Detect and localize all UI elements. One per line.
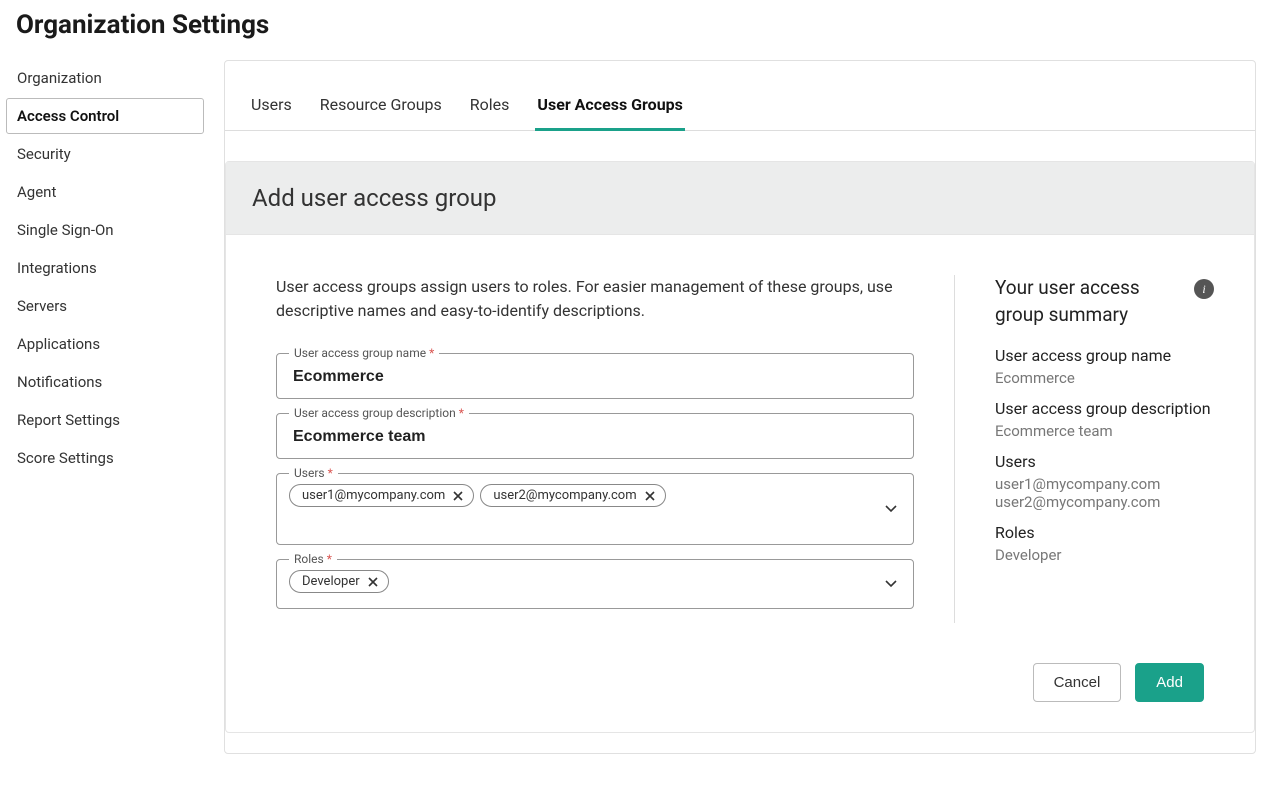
sidebar-item-score-settings[interactable]: Score Settings — [6, 440, 204, 476]
group-name-input[interactable] — [277, 354, 913, 398]
summary-title: Your user access group summary i — [995, 275, 1214, 328]
role-chip: Developer — [289, 570, 389, 593]
role-chip-label: Developer — [302, 574, 360, 589]
group-description-field: User access group description * — [276, 413, 914, 459]
tab-users[interactable]: Users — [249, 81, 294, 131]
add-group-panel: Add user access group User access groups… — [225, 161, 1255, 733]
summary-roles-value: Developer — [995, 546, 1214, 564]
summary-area: Your user access group summary i User ac… — [954, 275, 1214, 623]
group-name-label-text: User access group name — [294, 346, 426, 360]
remove-role-icon[interactable] — [366, 575, 380, 589]
intro-text: User access groups assign users to roles… — [276, 275, 914, 323]
sidebar-item-servers[interactable]: Servers — [6, 288, 204, 324]
add-button[interactable]: Add — [1135, 663, 1204, 702]
tabs: Users Resource Groups Roles User Access … — [225, 81, 1255, 131]
summary-users-value-1: user1@mycompany.com — [995, 475, 1214, 493]
user-chip-label: user2@mycompany.com — [493, 488, 636, 503]
roles-field[interactable]: Roles * Developer — [276, 559, 914, 609]
roles-label: Roles * — [289, 552, 337, 566]
sidebar-item-organization[interactable]: Organization — [6, 60, 204, 96]
summary-name-value: Ecommerce — [995, 369, 1214, 387]
summary-roles-label: Roles — [995, 523, 1214, 542]
required-star-icon: * — [327, 552, 332, 566]
sidebar-item-access-control[interactable]: Access Control — [6, 98, 204, 134]
remove-user-icon[interactable] — [451, 489, 465, 503]
user-chip: user1@mycompany.com — [289, 484, 474, 507]
panel-title: Add user access group — [226, 162, 1254, 235]
required-star-icon: * — [328, 466, 333, 480]
users-label: Users * — [289, 466, 338, 480]
group-description-label-text: User access group description — [294, 406, 456, 420]
group-description-input[interactable] — [277, 414, 913, 458]
sidebar-item-notifications[interactable]: Notifications — [6, 364, 204, 400]
remove-user-icon[interactable] — [643, 489, 657, 503]
summary-title-text: Your user access group summary — [995, 275, 1184, 328]
users-label-text: Users — [294, 466, 325, 480]
cancel-button[interactable]: Cancel — [1033, 663, 1122, 702]
sidebar-item-integrations[interactable]: Integrations — [6, 250, 204, 286]
user-chip: user2@mycompany.com — [480, 484, 665, 507]
summary-description-label: User access group description — [995, 399, 1214, 418]
required-star-icon: * — [429, 346, 434, 360]
sidebar-item-report-settings[interactable]: Report Settings — [6, 402, 204, 438]
users-dropdown-icon[interactable] — [885, 501, 897, 517]
required-star-icon: * — [459, 406, 464, 420]
users-field[interactable]: Users * user1@mycompany.com us — [276, 473, 914, 545]
form-area: User access groups assign users to roles… — [276, 275, 954, 623]
sidebar-item-sso[interactable]: Single Sign-On — [6, 212, 204, 248]
tab-roles[interactable]: Roles — [468, 81, 512, 131]
form-actions: Cancel Add — [226, 643, 1254, 732]
group-name-label: User access group name * — [289, 346, 439, 360]
roles-dropdown-icon[interactable] — [885, 576, 897, 592]
sidebar: Organization Access Control Security Age… — [0, 60, 210, 764]
info-icon[interactable]: i — [1194, 279, 1214, 299]
page-title: Organization Settings — [0, 0, 1262, 60]
sidebar-item-agent[interactable]: Agent — [6, 174, 204, 210]
sidebar-item-security[interactable]: Security — [6, 136, 204, 172]
group-description-label: User access group description * — [289, 406, 469, 420]
tab-user-access-groups[interactable]: User Access Groups — [535, 81, 684, 131]
user-chip-label: user1@mycompany.com — [302, 488, 445, 503]
summary-users-label: Users — [995, 452, 1214, 471]
main-content: Users Resource Groups Roles User Access … — [224, 60, 1256, 754]
tab-resource-groups[interactable]: Resource Groups — [318, 81, 444, 131]
summary-description-value: Ecommerce team — [995, 422, 1214, 440]
group-name-field: User access group name * — [276, 353, 914, 399]
summary-users-value-2: user2@mycompany.com — [995, 493, 1214, 511]
summary-name-label: User access group name — [995, 346, 1214, 365]
sidebar-item-applications[interactable]: Applications — [6, 326, 204, 362]
roles-label-text: Roles — [294, 552, 324, 566]
